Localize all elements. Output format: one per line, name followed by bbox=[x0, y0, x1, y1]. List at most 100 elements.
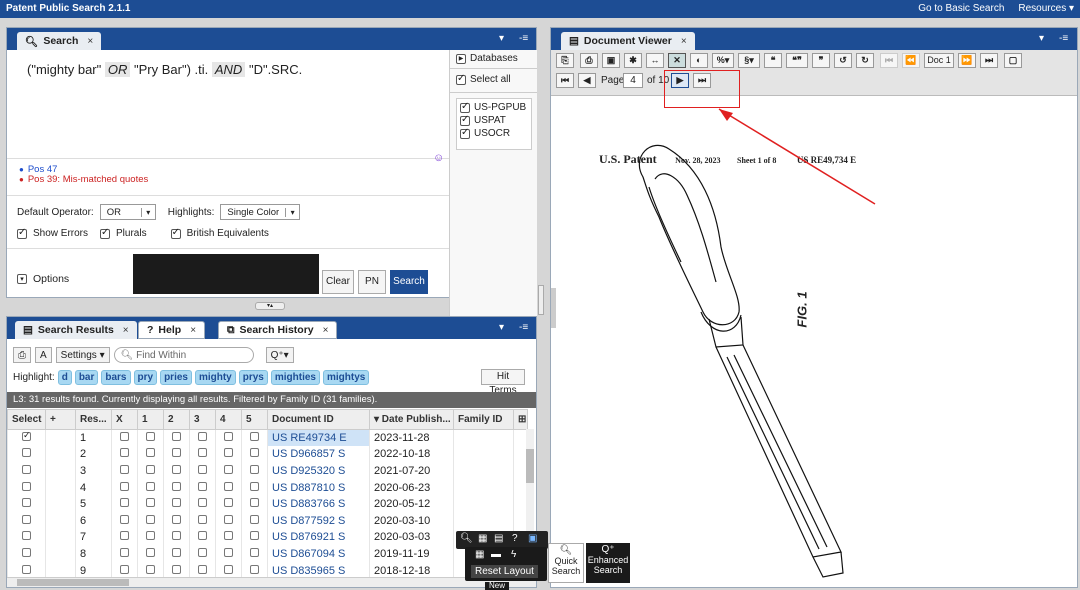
table-row[interactable]: 6 US D877592 S 2020-03-10 bbox=[7, 512, 528, 530]
document-id-link[interactable]: US D925320 S bbox=[267, 462, 370, 480]
contrast-icon[interactable]: ◐ bbox=[690, 53, 708, 68]
col-x[interactable]: X bbox=[111, 409, 138, 430]
search-options-button[interactable]: Q⁺▾ bbox=[265, 347, 294, 363]
flag-checkbox[interactable] bbox=[224, 531, 233, 541]
close-icon[interactable]: × bbox=[323, 325, 329, 336]
term-chip[interactable]: mightys bbox=[323, 370, 370, 385]
col-2[interactable]: 2 bbox=[163, 409, 190, 430]
col-result[interactable]: Res... bbox=[75, 409, 112, 430]
row-expand[interactable] bbox=[45, 495, 76, 513]
flag-checkbox[interactable] bbox=[120, 547, 129, 557]
flag-checkbox[interactable] bbox=[120, 564, 129, 574]
flag-checkbox[interactable] bbox=[224, 498, 233, 508]
flag-checkbox[interactable] bbox=[172, 432, 181, 442]
default-operator-select[interactable]: OR ▾ bbox=[99, 204, 156, 220]
hit-terms-button[interactable]: Hit Terms bbox=[481, 369, 525, 396]
close-icon[interactable]: × bbox=[87, 36, 93, 47]
print-icon[interactable]: ⎙ bbox=[580, 53, 598, 68]
flag-checkbox[interactable] bbox=[172, 464, 181, 474]
fit-page-icon[interactable]: ✕ bbox=[668, 53, 686, 68]
first-doc-icon[interactable]: ⏮ bbox=[880, 53, 898, 68]
save-icon[interactable]: ▣ bbox=[602, 53, 620, 68]
tab-search-history[interactable]: ⧉ Search History × bbox=[218, 321, 338, 339]
col-1[interactable]: 1 bbox=[137, 409, 164, 430]
row-flag[interactable] bbox=[111, 495, 138, 513]
flag-checkbox[interactable] bbox=[146, 448, 155, 458]
col-select[interactable]: Select bbox=[7, 409, 46, 430]
row-flag[interactable] bbox=[111, 429, 138, 447]
flag-checkbox[interactable] bbox=[172, 448, 181, 458]
term-chip[interactable]: mighty bbox=[194, 370, 236, 385]
basic-search-link[interactable]: Go to Basic Search bbox=[918, 3, 1004, 14]
row-flag[interactable] bbox=[189, 429, 216, 447]
enhanced-search-button[interactable]: Q⁺ Enhanced Search bbox=[586, 543, 630, 583]
tab-search-results[interactable]: ▤ Search Results × bbox=[15, 321, 137, 339]
flag-checkbox[interactable] bbox=[172, 564, 181, 574]
page-input[interactable]: 4 bbox=[623, 73, 643, 88]
row-flag[interactable] bbox=[111, 545, 138, 563]
row-checkbox[interactable] bbox=[22, 448, 31, 458]
document-id-link[interactable]: US D877592 S bbox=[267, 512, 370, 530]
row-expand[interactable] bbox=[45, 529, 76, 546]
select-all[interactable]: Select all bbox=[456, 73, 511, 85]
flag-checkbox[interactable] bbox=[120, 448, 129, 458]
flag-checkbox[interactable] bbox=[198, 448, 207, 458]
doc-icon[interactable]: ▣ bbox=[528, 533, 537, 544]
row-checkbox[interactable] bbox=[22, 498, 31, 508]
table-row[interactable]: 7 US D876921 S 2020-03-03 bbox=[7, 529, 528, 546]
tab-help[interactable]: ? Help × bbox=[138, 321, 206, 339]
row-checkbox[interactable] bbox=[22, 564, 31, 574]
row-expand[interactable] bbox=[45, 446, 76, 463]
close-icon[interactable]: × bbox=[190, 325, 196, 336]
flag-checkbox[interactable] bbox=[146, 432, 155, 442]
flag-checkbox[interactable] bbox=[146, 498, 155, 508]
row-select[interactable] bbox=[7, 446, 46, 463]
row-flag[interactable] bbox=[215, 512, 242, 530]
row-flag[interactable] bbox=[163, 545, 190, 563]
term-chip[interactable]: bar bbox=[74, 370, 99, 385]
flag-checkbox[interactable] bbox=[172, 498, 181, 508]
row-checkbox[interactable] bbox=[22, 481, 31, 491]
panel-options-icon[interactable]: -≡ bbox=[1059, 33, 1068, 44]
quote-close-icon[interactable]: ❞ bbox=[812, 53, 830, 68]
tab-search[interactable]: 🔍︎ Search × bbox=[17, 32, 102, 50]
row-flag[interactable] bbox=[189, 545, 216, 563]
row-flag[interactable] bbox=[215, 545, 242, 563]
row-flag[interactable] bbox=[241, 545, 268, 563]
clear-button[interactable]: Clear bbox=[322, 270, 354, 294]
flag-checkbox[interactable] bbox=[250, 514, 259, 524]
row-flag[interactable] bbox=[163, 479, 190, 496]
row-select[interactable] bbox=[7, 479, 46, 496]
row-flag[interactable] bbox=[241, 446, 268, 463]
flag-checkbox[interactable] bbox=[250, 564, 259, 574]
flag-checkbox[interactable] bbox=[224, 564, 233, 574]
row-flag[interactable] bbox=[137, 479, 164, 496]
row-flag[interactable] bbox=[163, 495, 190, 513]
tab-document-viewer[interactable]: ▤ Document Viewer × bbox=[561, 32, 695, 50]
next-doc-icon[interactable]: ⏩ bbox=[958, 53, 976, 68]
flag-checkbox[interactable] bbox=[172, 531, 181, 541]
prev-page-icon[interactable]: ◀ bbox=[578, 73, 596, 88]
flag-checkbox[interactable] bbox=[250, 448, 259, 458]
row-flag[interactable] bbox=[163, 429, 190, 447]
db-usocr[interactable]: USOCR bbox=[460, 127, 510, 139]
row-select[interactable] bbox=[7, 462, 46, 480]
row-flag[interactable] bbox=[137, 429, 164, 447]
row-select[interactable] bbox=[7, 495, 46, 513]
flag-checkbox[interactable] bbox=[198, 432, 207, 442]
flag-checkbox[interactable] bbox=[120, 432, 129, 442]
row-flag[interactable] bbox=[189, 462, 216, 480]
col-4[interactable]: 4 bbox=[215, 409, 242, 430]
row-expand[interactable] bbox=[45, 512, 76, 530]
flag-checkbox[interactable] bbox=[146, 514, 155, 524]
row-flag[interactable] bbox=[111, 479, 138, 496]
panel-menu-icon[interactable]: ▾ bbox=[1039, 33, 1044, 44]
row-flag[interactable] bbox=[189, 446, 216, 463]
panel-options-icon[interactable]: -≡ bbox=[519, 33, 528, 44]
flag-checkbox[interactable] bbox=[146, 531, 155, 541]
row-flag[interactable] bbox=[241, 429, 268, 447]
row-flag[interactable] bbox=[215, 462, 242, 480]
document-id-link[interactable]: US D966857 S bbox=[267, 446, 370, 463]
term-chip[interactable]: d bbox=[57, 370, 72, 385]
row-flag[interactable] bbox=[189, 495, 216, 513]
